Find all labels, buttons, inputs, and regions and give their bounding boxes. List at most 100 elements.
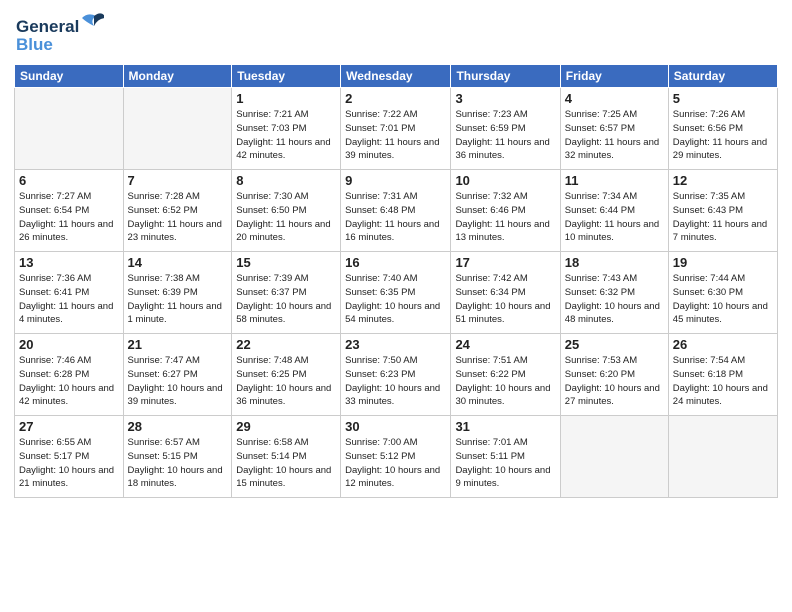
day-number: 30 [345, 419, 446, 434]
calendar-week-3: 13 Sunrise: 7:36 AM Sunset: 6:41 PM Dayli… [15, 252, 778, 334]
day-number: 14 [128, 255, 228, 270]
day-number: 24 [455, 337, 555, 352]
day-info: Sunrise: 7:38 AM Sunset: 6:39 PM Dayligh… [128, 272, 228, 327]
day-number: 27 [19, 419, 119, 434]
calendar-header-monday: Monday [123, 65, 232, 88]
day-number: 23 [345, 337, 446, 352]
day-info: Sunrise: 7:30 AM Sunset: 6:50 PM Dayligh… [236, 190, 336, 245]
svg-text:Blue: Blue [16, 35, 53, 54]
day-number: 22 [236, 337, 336, 352]
page: General Blue SundayMondayTuesdayWednesda… [0, 0, 792, 508]
day-number: 19 [673, 255, 773, 270]
calendar-cell: 8 Sunrise: 7:30 AM Sunset: 6:50 PM Daylig… [232, 170, 341, 252]
day-info: Sunrise: 7:01 AM Sunset: 5:11 PM Dayligh… [455, 436, 555, 491]
day-info: Sunrise: 7:21 AM Sunset: 7:03 PM Dayligh… [236, 108, 336, 163]
calendar-cell: 10 Sunrise: 7:32 AM Sunset: 6:46 PM Dayli… [451, 170, 560, 252]
logo: General Blue [14, 10, 104, 58]
day-info: Sunrise: 7:50 AM Sunset: 6:23 PM Dayligh… [345, 354, 446, 409]
svg-text:General: General [16, 17, 79, 36]
day-number: 31 [455, 419, 555, 434]
day-info: Sunrise: 7:27 AM Sunset: 6:54 PM Dayligh… [19, 190, 119, 245]
calendar-cell: 15 Sunrise: 7:39 AM Sunset: 6:37 PM Dayli… [232, 252, 341, 334]
day-number: 11 [565, 173, 664, 188]
day-info: Sunrise: 7:31 AM Sunset: 6:48 PM Dayligh… [345, 190, 446, 245]
day-info: Sunrise: 7:34 AM Sunset: 6:44 PM Dayligh… [565, 190, 664, 245]
day-info: Sunrise: 7:46 AM Sunset: 6:28 PM Dayligh… [19, 354, 119, 409]
calendar-week-4: 20 Sunrise: 7:46 AM Sunset: 6:28 PM Dayli… [15, 334, 778, 416]
day-info: Sunrise: 7:53 AM Sunset: 6:20 PM Dayligh… [565, 354, 664, 409]
calendar-cell: 21 Sunrise: 7:47 AM Sunset: 6:27 PM Dayli… [123, 334, 232, 416]
calendar-week-1: 1 Sunrise: 7:21 AM Sunset: 7:03 PM Daylig… [15, 88, 778, 170]
day-number: 2 [345, 91, 446, 106]
day-number: 10 [455, 173, 555, 188]
day-info: Sunrise: 7:39 AM Sunset: 6:37 PM Dayligh… [236, 272, 336, 327]
day-info: Sunrise: 7:25 AM Sunset: 6:57 PM Dayligh… [565, 108, 664, 163]
day-number: 25 [565, 337, 664, 352]
day-number: 16 [345, 255, 446, 270]
calendar-cell: 12 Sunrise: 7:35 AM Sunset: 6:43 PM Dayli… [668, 170, 777, 252]
day-number: 1 [236, 91, 336, 106]
calendar-cell [668, 416, 777, 498]
day-info: Sunrise: 7:00 AM Sunset: 5:12 PM Dayligh… [345, 436, 446, 491]
calendar-cell: 11 Sunrise: 7:34 AM Sunset: 6:44 PM Dayli… [560, 170, 668, 252]
day-number: 7 [128, 173, 228, 188]
day-number: 26 [673, 337, 773, 352]
calendar-cell: 7 Sunrise: 7:28 AM Sunset: 6:52 PM Daylig… [123, 170, 232, 252]
day-info: Sunrise: 6:58 AM Sunset: 5:14 PM Dayligh… [236, 436, 336, 491]
calendar-cell: 13 Sunrise: 7:36 AM Sunset: 6:41 PM Dayli… [15, 252, 124, 334]
calendar-cell: 25 Sunrise: 7:53 AM Sunset: 6:20 PM Dayli… [560, 334, 668, 416]
day-number: 20 [19, 337, 119, 352]
day-number: 9 [345, 173, 446, 188]
day-info: Sunrise: 7:43 AM Sunset: 6:32 PM Dayligh… [565, 272, 664, 327]
day-number: 15 [236, 255, 336, 270]
day-info: Sunrise: 7:36 AM Sunset: 6:41 PM Dayligh… [19, 272, 119, 327]
calendar-cell: 18 Sunrise: 7:43 AM Sunset: 6:32 PM Dayli… [560, 252, 668, 334]
day-info: Sunrise: 7:26 AM Sunset: 6:56 PM Dayligh… [673, 108, 773, 163]
day-info: Sunrise: 6:55 AM Sunset: 5:17 PM Dayligh… [19, 436, 119, 491]
day-info: Sunrise: 7:22 AM Sunset: 7:01 PM Dayligh… [345, 108, 446, 163]
day-number: 18 [565, 255, 664, 270]
day-number: 21 [128, 337, 228, 352]
day-info: Sunrise: 7:35 AM Sunset: 6:43 PM Dayligh… [673, 190, 773, 245]
calendar-cell: 2 Sunrise: 7:22 AM Sunset: 7:01 PM Daylig… [341, 88, 451, 170]
day-info: Sunrise: 7:54 AM Sunset: 6:18 PM Dayligh… [673, 354, 773, 409]
calendar-cell [15, 88, 124, 170]
day-number: 6 [19, 173, 119, 188]
calendar-cell: 24 Sunrise: 7:51 AM Sunset: 6:22 PM Dayli… [451, 334, 560, 416]
calendar-header-wednesday: Wednesday [341, 65, 451, 88]
calendar-header-friday: Friday [560, 65, 668, 88]
day-info: Sunrise: 7:28 AM Sunset: 6:52 PM Dayligh… [128, 190, 228, 245]
calendar-cell: 27 Sunrise: 6:55 AM Sunset: 5:17 PM Dayli… [15, 416, 124, 498]
calendar-cell: 19 Sunrise: 7:44 AM Sunset: 6:30 PM Dayli… [668, 252, 777, 334]
calendar-cell: 16Sunrise: 7:40 AM Sunset: 6:35 PM Dayli… [341, 252, 451, 334]
day-number: 13 [19, 255, 119, 270]
day-number: 28 [128, 419, 228, 434]
day-number: 8 [236, 173, 336, 188]
calendar-cell: 29Sunrise: 6:58 AM Sunset: 5:14 PM Dayli… [232, 416, 341, 498]
calendar-cell: 1 Sunrise: 7:21 AM Sunset: 7:03 PM Daylig… [232, 88, 341, 170]
day-info: Sunrise: 7:48 AM Sunset: 6:25 PM Dayligh… [236, 354, 336, 409]
day-number: 17 [455, 255, 555, 270]
calendar-header-sunday: Sunday [15, 65, 124, 88]
day-number: 4 [565, 91, 664, 106]
calendar-header-saturday: Saturday [668, 65, 777, 88]
day-info: Sunrise: 7:47 AM Sunset: 6:27 PM Dayligh… [128, 354, 228, 409]
calendar-cell: 4 Sunrise: 7:25 AM Sunset: 6:57 PM Daylig… [560, 88, 668, 170]
logo-svg: General Blue [14, 10, 104, 58]
day-info: Sunrise: 7:51 AM Sunset: 6:22 PM Dayligh… [455, 354, 555, 409]
calendar-cell: 3Sunrise: 7:23 AM Sunset: 6:59 PM Daylig… [451, 88, 560, 170]
calendar-cell: 28Sunrise: 6:57 AM Sunset: 5:15 PM Dayli… [123, 416, 232, 498]
calendar-cell: 14 Sunrise: 7:38 AM Sunset: 6:39 PM Dayli… [123, 252, 232, 334]
day-info: Sunrise: 7:44 AM Sunset: 6:30 PM Dayligh… [673, 272, 773, 327]
calendar-cell: 30 Sunrise: 7:00 AM Sunset: 5:12 PM Dayli… [341, 416, 451, 498]
day-info: Sunrise: 7:42 AM Sunset: 6:34 PM Dayligh… [455, 272, 555, 327]
day-number: 12 [673, 173, 773, 188]
day-number: 5 [673, 91, 773, 106]
calendar-cell: 23 Sunrise: 7:50 AM Sunset: 6:23 PM Dayli… [341, 334, 451, 416]
day-info: Sunrise: 7:32 AM Sunset: 6:46 PM Dayligh… [455, 190, 555, 245]
header: General Blue [14, 10, 778, 58]
calendar-cell: 17 Sunrise: 7:42 AM Sunset: 6:34 PM Dayli… [451, 252, 560, 334]
calendar-cell: 5 Sunrise: 7:26 AM Sunset: 6:56 PM Daylig… [668, 88, 777, 170]
calendar-cell: 6 Sunrise: 7:27 AM Sunset: 6:54 PM Daylig… [15, 170, 124, 252]
day-info: Sunrise: 7:23 AM Sunset: 6:59 PM Dayligh… [455, 108, 555, 163]
